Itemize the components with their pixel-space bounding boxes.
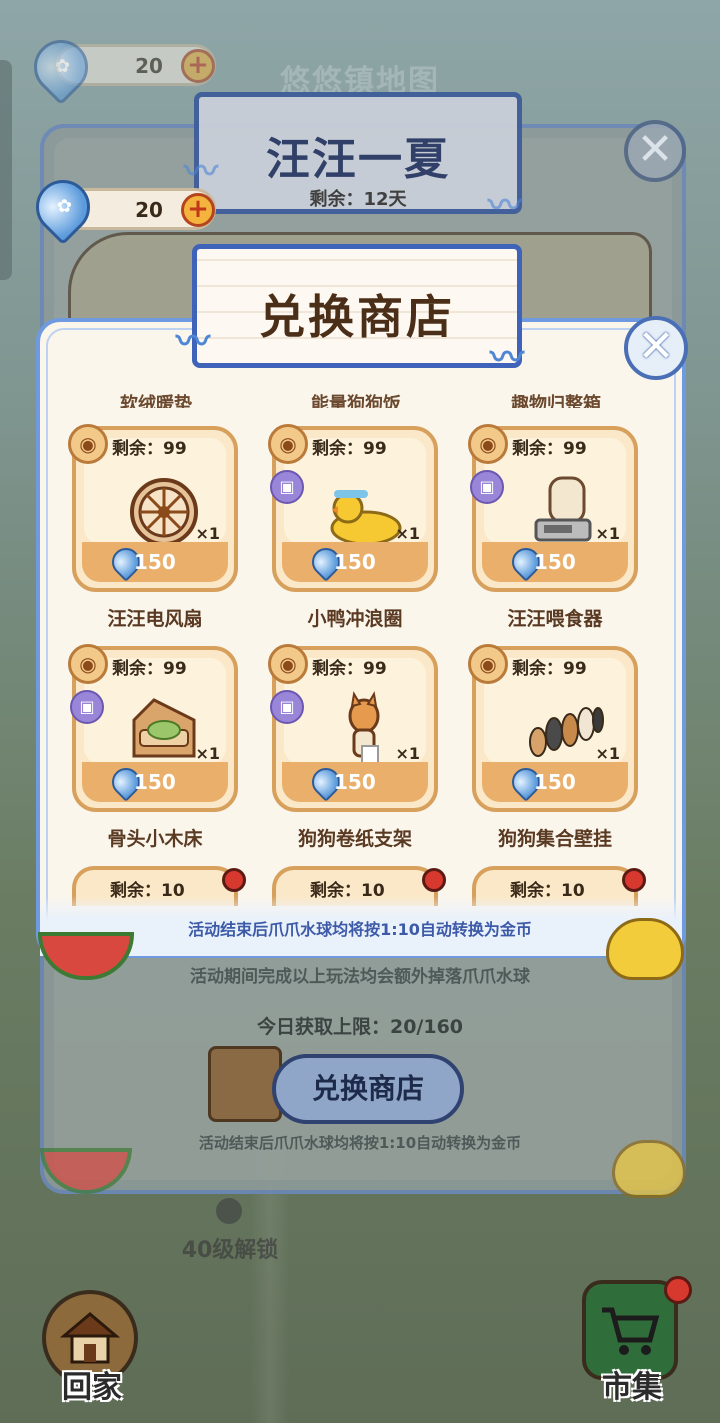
splash-decoration: 〰 — [488, 186, 522, 226]
shop-title-plaque: 兑换商店 — [192, 244, 522, 368]
currency-value: 20 — [135, 198, 163, 222]
shop-panel-frame — [46, 328, 676, 948]
item-remaining: 剩余：99 — [512, 659, 587, 679]
paw-ball-crate-icon — [208, 1046, 282, 1122]
shop-item-card[interactable]: ◉ ▣ 剩余：99 ×1 150 — [268, 424, 438, 592]
item-remaining: 剩余：99 — [112, 439, 187, 459]
currency-value: 20 — [135, 54, 163, 78]
home-label: 回家 — [62, 1370, 122, 1405]
shop-title: 兑换商店 — [259, 290, 455, 344]
item-name: 骨头小木床 — [107, 828, 203, 850]
daily-limit-label: 今日获取上限：20/160 — [256, 1016, 464, 1038]
item-name-clipped: 趣物归整箱 — [511, 394, 601, 408]
new-item-dot — [422, 868, 446, 892]
shop-item-card[interactable]: ◉ ▣ 剩余：99 ×1 150 — [468, 424, 638, 592]
item-quantity: ×1 — [595, 524, 620, 543]
wall-art-item-art — [529, 707, 604, 757]
event-drop-info: 活动期间完成以上玩法均会额外掉落爪爪水球 — [190, 967, 530, 987]
item-name-clipped: 软绒暖垫 — [120, 394, 192, 408]
unlock-level-label: 40级解锁 — [181, 1238, 279, 1263]
eye-icon[interactable]: ◉ — [268, 644, 308, 684]
exchange-shop-panel — [36, 318, 686, 958]
exchange-shop-button[interactable]: 兑换商店 — [272, 1054, 464, 1124]
shop-conversion-note: 活动结束后爪爪水球均将按1:10自动转换为金币 — [188, 920, 532, 939]
item-price: 150 — [534, 550, 576, 574]
locked-location-marker — [216, 1198, 242, 1224]
item-price: 150 — [134, 770, 176, 794]
splash-decoration: 〰 — [176, 322, 210, 362]
paper-holder-item-art — [348, 691, 380, 767]
eye-icon[interactable]: ◉ — [468, 644, 508, 684]
item-name: 狗狗卷纸支架 — [297, 828, 412, 850]
plus-icon: + — [181, 49, 215, 83]
cart-icon — [602, 1307, 660, 1355]
event-title-plaque: 汪汪一夏 剩余：12天 — [194, 92, 522, 214]
item-quantity: ×1 — [595, 744, 620, 763]
duck-decoration — [612, 1140, 686, 1198]
add-currency-button[interactable]: + — [181, 193, 215, 227]
fan-item-art — [130, 478, 198, 546]
market-label: 市集 — [602, 1370, 662, 1405]
eye-icon[interactable]: ◉ — [68, 424, 108, 464]
item-name: 汪汪电风扇 — [107, 608, 203, 630]
item-price: 150 — [334, 770, 376, 794]
shop-item-card[interactable]: ◉ 剩余：99 ×1 150 — [68, 424, 238, 592]
item-price: 150 — [534, 770, 576, 794]
close-shop-button[interactable]: ✕ — [624, 316, 688, 380]
item-quantity: ×1 — [395, 524, 420, 543]
item-quantity: ×1 — [395, 744, 420, 763]
event-title: 汪汪一夏 — [266, 134, 450, 185]
bed-item-art — [132, 698, 196, 758]
item-price: 150 — [134, 550, 176, 574]
eye-icon[interactable]: ◉ — [68, 644, 108, 684]
feeder-item-art — [534, 476, 592, 542]
collection-tag-icon: ▣ — [270, 690, 304, 724]
house-icon — [60, 1312, 120, 1364]
item-name: 小鸭冲浪圈 — [307, 608, 403, 630]
collection-tag-icon: ▣ — [270, 470, 304, 504]
shop-item-card[interactable]: ◉ ▣ 剩余：99 ×1 150 — [268, 644, 438, 812]
item-remaining: 剩余：99 — [112, 659, 187, 679]
splash-decoration: 〰 — [184, 152, 218, 192]
item-name-clipped: 能量狗狗饭 — [311, 394, 401, 408]
new-item-dot — [222, 868, 246, 892]
item-quantity: ×1 — [195, 744, 220, 763]
duck-decoration — [606, 918, 684, 980]
shop-item-card[interactable]: ◉ 剩余：99 ×1 150 — [468, 644, 638, 812]
item-remaining: 剩余：99 — [512, 439, 587, 459]
shop-item-card[interactable]: ◉ ▣ 剩余：99 ×1 150 — [68, 644, 238, 812]
eye-icon[interactable]: ◉ — [468, 424, 508, 464]
collection-tag-icon: ▣ — [470, 470, 504, 504]
eye-icon[interactable]: ◉ — [268, 424, 308, 464]
item-name: 狗狗集合壁挂 — [497, 828, 612, 850]
duck-ring-item-art — [330, 490, 402, 546]
new-item-dot — [622, 868, 646, 892]
close-event-button[interactable]: ✕ — [624, 120, 686, 182]
item-quantity: ×1 — [195, 524, 220, 543]
collection-tag-icon: ▣ — [70, 690, 104, 724]
item-remaining: 剩余：99 — [312, 439, 387, 459]
event-remaining-days: 剩余：12天 — [309, 189, 407, 210]
splash-decoration: 〰 — [490, 338, 524, 378]
item-price: 150 — [334, 550, 376, 574]
event-conversion-note: 活动结束后爪爪水球均将按1:10自动转换为金币 — [198, 1134, 522, 1152]
item-remaining: 剩余：99 — [312, 659, 387, 679]
market-notification-dot — [664, 1276, 692, 1304]
item-name: 汪汪喂食器 — [507, 608, 603, 630]
